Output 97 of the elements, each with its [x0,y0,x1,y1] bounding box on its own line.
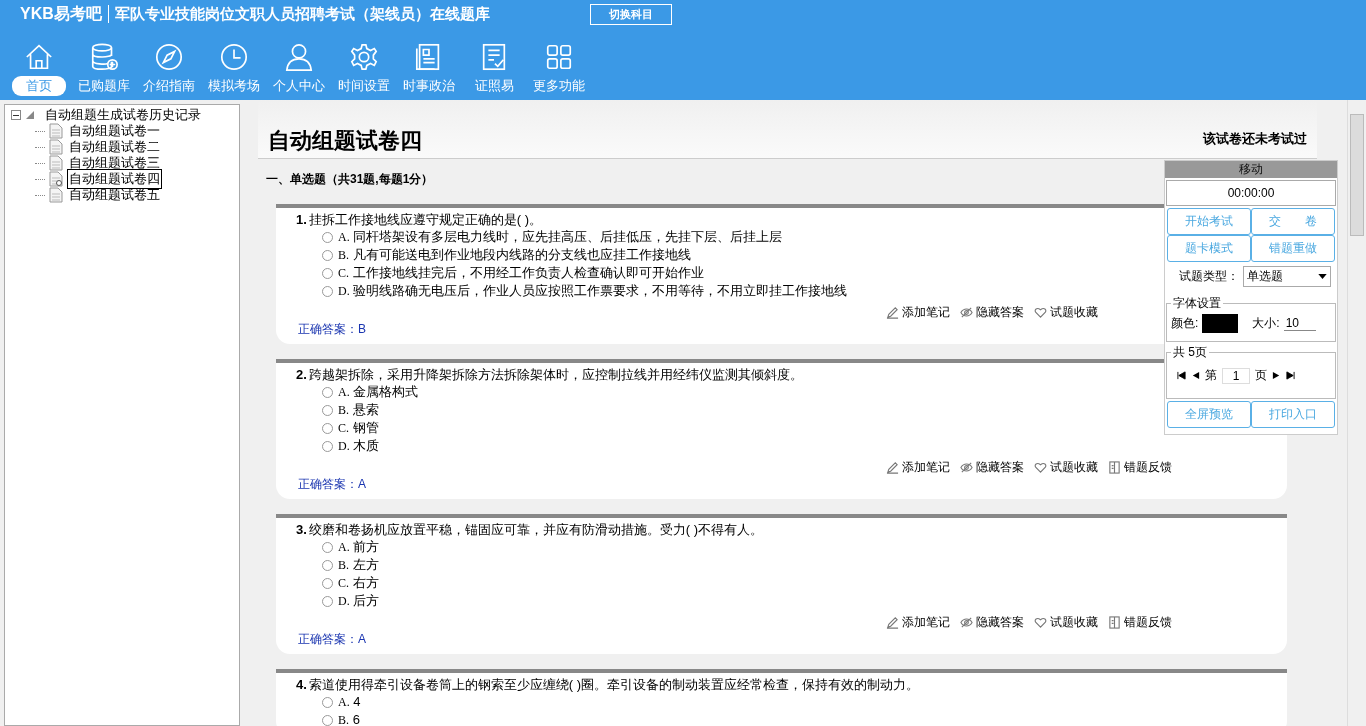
radio-button[interactable] [322,559,333,571]
tree-item[interactable]: 自动组题试卷四 [67,169,162,189]
document-icon [49,123,63,139]
font-settings-legend: 字体设置 [1171,295,1223,312]
option-text[interactable]: A. 金属格构式 [338,383,419,401]
action-link[interactable]: 添加笔记 [902,614,950,631]
document-icon [49,155,63,171]
action-link[interactable]: 错题反馈 [1124,614,1172,631]
triangle-icon [25,110,35,120]
option-text[interactable]: B. 悬索 [338,401,379,419]
radio-button[interactable] [322,386,333,398]
first-page-icon[interactable] [1177,371,1186,380]
previous-page-icon[interactable] [1191,371,1200,380]
scrollbar-thumb[interactable] [1350,114,1364,236]
compass-icon[interactable] [154,42,184,72]
option-text[interactable]: B. 左方 [338,556,379,574]
radio-button[interactable] [322,231,333,243]
document-icon [49,171,63,187]
panel-title[interactable]: 移动 [1165,161,1337,178]
page-prefix: 第 [1205,367,1217,384]
radio-button[interactable] [322,595,333,607]
correct-answer: 正确答案：A [298,476,366,493]
radio-button[interactable] [322,440,333,452]
radio-button[interactable] [322,541,333,553]
app-title: 军队专业技能岗位文职人员招聘考试（架线员）在线题库 [114,4,490,24]
radio-button[interactable] [322,285,333,297]
type-dropdown[interactable]: 单选题 [1243,266,1331,287]
home-icon[interactable] [24,42,54,72]
option-text[interactable]: A. 前方 [338,538,380,556]
scrollbar[interactable] [1347,100,1366,726]
settings-icon[interactable] [349,42,379,72]
color-swatch[interactable] [1202,314,1239,333]
question-text: 3.绞磨和卷扬机应放置平稳，锚固应可靠，并应有防滑动措施。受力( )不得有人。 [296,521,764,538]
radio-button[interactable] [322,714,333,726]
option-text[interactable]: A. 4 [338,693,361,711]
action-link[interactable]: 隐藏答案 [976,459,1024,476]
clock-icon[interactable] [219,42,249,72]
heart-icon [1034,616,1047,629]
pencil-icon [886,616,899,629]
option-text[interactable]: C. 钢管 [338,419,379,437]
action-link[interactable]: 隐藏答案 [976,614,1024,631]
eye-icon [960,306,973,319]
database-icon[interactable] [89,42,119,72]
document-icon [49,187,63,203]
action-link[interactable]: 隐藏答案 [976,304,1024,321]
radio-button[interactable] [322,422,333,434]
eye-icon [960,616,973,629]
action-link[interactable]: 试题收藏 [1050,614,1098,631]
option-text[interactable]: B. 凡有可能送电到作业地段内线路的分支线也应挂工作接地线 [338,246,691,264]
action-link[interactable]: 试题收藏 [1050,459,1098,476]
option-text[interactable]: A. 同杆塔架设有多层电力线时，应先挂高压、后挂低压，先挂下层、后挂上层 [338,228,783,246]
section-heading: 一、单选题（共31题,每题1分） [266,171,434,188]
last-page-icon[interactable] [1286,371,1295,380]
page-suffix: 页 [1255,367,1267,384]
color-label: 颜色: [1171,315,1199,332]
radio-button[interactable] [322,249,333,261]
document-icon [1108,616,1121,629]
collapse-icon[interactable] [11,110,21,120]
option-text[interactable]: B. 6 [338,711,360,726]
option-text[interactable]: D. 木质 [338,437,380,455]
pencil-icon [886,306,899,319]
radio-button[interactable] [322,696,333,708]
radio-button[interactable] [322,577,333,589]
option-text[interactable]: C. 工作接地线挂完后，不用经工作负责人检查确认即可开始作业 [338,264,704,282]
action-link[interactable]: 试题收藏 [1050,304,1098,321]
paper-title: 自动组题试卷四 [268,127,422,155]
pencil-icon [886,461,899,474]
person-icon[interactable] [284,42,314,72]
type-label: 试题类型： [1179,268,1239,285]
action-link[interactable]: 添加笔记 [902,304,950,321]
grid-icon[interactable] [544,42,574,72]
document-icon [49,139,63,155]
size-label: 大小: [1252,315,1280,332]
option-text[interactable]: D. 验明线路确无电压后，作业人员应按照工作票要求，不用等待，不用立即挂工作接地线 [338,282,848,300]
timer: 00:00:00 [1166,180,1336,206]
option-text[interactable]: C. 右方 [338,574,379,592]
question-text: 1.挂拆工作接地线应遵守规定正确的是( )。 [296,211,543,228]
action-link[interactable]: 添加笔记 [902,459,950,476]
action-link[interactable]: 错题反馈 [1124,459,1172,476]
logo: YKB易考吧 [20,3,102,24]
heart-icon [1034,461,1047,474]
radio-button[interactable] [322,404,333,416]
radio-button[interactable] [322,267,333,279]
page-count-legend: 共 5页 [1171,344,1209,361]
question-text: 4.索道使用得牵引设备卷筒上的钢索至少应缠绕( )圈。牵引设备的制动装置应经常检查，保持有效的制动力。 [296,676,920,693]
size-field[interactable]: 10 [1283,316,1316,331]
eye-icon [960,461,973,474]
correct-answer: 正确答案：B [298,321,366,338]
next-page-icon[interactable] [1272,371,1281,380]
exam-status: 该试卷还未考试过 [1203,130,1307,148]
page-field[interactable]: 1 [1222,367,1250,384]
heart-icon [1034,306,1047,319]
caret-icon [1318,274,1327,279]
document-icon [1108,461,1121,474]
question-text: 2.跨越架拆除，采用升降架拆除方法拆除架体时，应控制拉线并用经纬仪监测其倾斜度。 [296,366,803,383]
option-text[interactable]: D. 后方 [338,592,380,610]
correct-answer: 正确答案：A [298,631,366,648]
